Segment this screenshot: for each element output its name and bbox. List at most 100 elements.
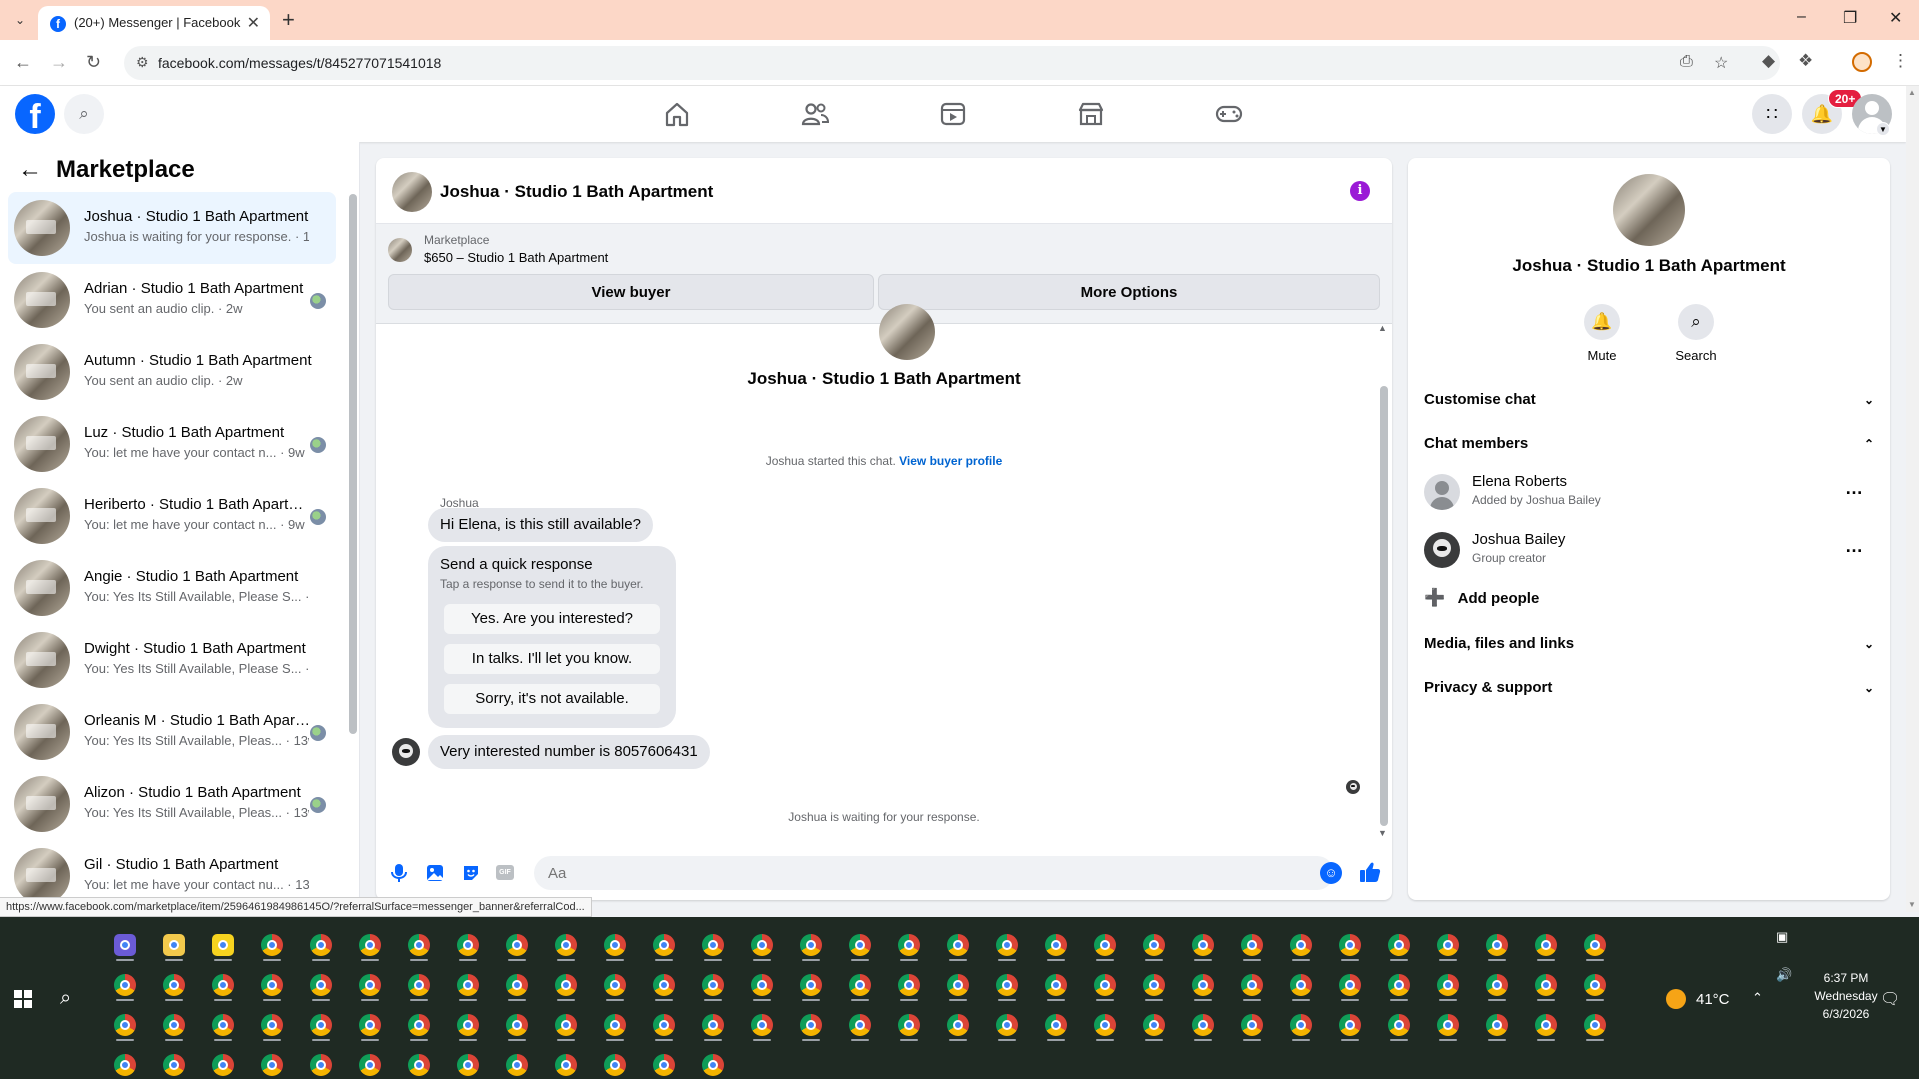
conversation-item[interactable]: Dwight · Studio 1 Bath Apartment You: Ye… <box>8 624 336 696</box>
buyer-avatar[interactable] <box>392 738 420 766</box>
conversation-item[interactable]: Adrian · Studio 1 Bath Apartment You sen… <box>8 264 336 336</box>
close-window-icon[interactable]: ✕ <box>1889 8 1902 28</box>
emoji-icon[interactable]: ☺ <box>1320 862 1342 884</box>
scroll-down-icon[interactable]: ▼ <box>1908 900 1916 909</box>
taskbar-app-icon[interactable] <box>1476 967 1516 1003</box>
quick-reply-button[interactable]: In talks. I'll let you know. <box>444 644 660 674</box>
taskbar-app-icon[interactable] <box>1427 1007 1467 1043</box>
quick-reply-button[interactable]: Yes. Are you interested? <box>444 604 660 634</box>
taskbar-app-icon[interactable] <box>692 967 732 1003</box>
taskbar-app-icon[interactable] <box>300 1047 340 1079</box>
taskbar-app-icon[interactable] <box>986 967 1026 1003</box>
bell-icon[interactable]: 🔔 <box>1584 304 1620 340</box>
conversation-item[interactable]: Heriberto · Studio 1 Bath Apartment You:… <box>8 480 336 552</box>
photo-icon[interactable] <box>424 862 446 884</box>
taskbar-app-icon[interactable] <box>202 1007 242 1043</box>
site-settings-icon[interactable]: ⚙ <box>136 54 149 71</box>
taskbar-search-icon[interactable]: ⌕ <box>60 987 84 1011</box>
taskbar-app-icon[interactable] <box>643 927 683 963</box>
taskbar-app-icon[interactable] <box>790 967 830 1003</box>
sticker-icon[interactable] <box>460 862 482 884</box>
member-row[interactable]: Joshua Bailey Group creator … <box>1424 528 1874 572</box>
taskbar-app-icon[interactable] <box>496 1007 536 1043</box>
taskbar-app-icon[interactable] <box>1084 1007 1124 1043</box>
taskbar-app-icon[interactable] <box>643 1047 683 1079</box>
taskbar-app-icon[interactable] <box>1574 927 1614 963</box>
taskbar-app-icon[interactable] <box>300 927 340 963</box>
taskbar-app-icon[interactable] <box>545 927 585 963</box>
home-icon[interactable] <box>662 100 692 128</box>
listing-price-title[interactable]: $650 – Studio 1 Bath Apartment <box>424 250 608 265</box>
taskbar-app-icon[interactable] <box>839 967 879 1003</box>
info-icon[interactable]: i <box>1350 181 1370 201</box>
taskbar-app-icon[interactable] <box>1280 967 1320 1003</box>
taskbar-app-icon[interactable] <box>153 967 193 1003</box>
message-bubble[interactable]: Very interested number is 8057606431 <box>428 735 710 769</box>
message-input[interactable] <box>534 856 1334 890</box>
conversation-item[interactable]: Autumn · Studio 1 Bath Apartment You sen… <box>8 336 336 408</box>
taskbar-app-icon[interactable] <box>741 927 781 963</box>
taskbar-app-icon[interactable] <box>496 1047 536 1079</box>
taskbar-app-icon[interactable] <box>251 967 291 1003</box>
taskbar-app-icon[interactable] <box>1035 1007 1075 1043</box>
message-bubble[interactable]: Hi Elena, is this still available? <box>428 508 653 542</box>
taskbar-app-icon[interactable] <box>1378 927 1418 963</box>
taskbar-app-icon[interactable] <box>398 1047 438 1079</box>
taskbar-app-icon[interactable] <box>790 927 830 963</box>
taskbar-app-icon[interactable] <box>1133 1007 1173 1043</box>
taskbar-app-icon[interactable] <box>1476 1007 1516 1043</box>
extension-icon[interactable]: ◆ <box>1762 51 1775 71</box>
extensions-puzzle-icon[interactable]: ❖ <box>1798 51 1813 71</box>
taskbar-app-icon[interactable] <box>1525 1007 1565 1043</box>
taskbar-app-icon[interactable] <box>888 927 928 963</box>
restore-icon[interactable]: ❐ <box>1843 8 1857 28</box>
menu-grid-icon[interactable]: ∷ <box>1752 94 1792 134</box>
notification-center-icon[interactable]: 🗨 <box>1880 989 1900 1009</box>
conversation-item[interactable]: Joshua · Studio 1 Bath Apartment Joshua … <box>8 192 336 264</box>
taskbar-app-icon[interactable] <box>888 967 928 1003</box>
taskbar-app-icon[interactable] <box>251 927 291 963</box>
browser-tab-active[interactable]: f (20+) Messenger | Facebook ✕ <box>38 6 270 40</box>
taskbar-app-icon[interactable] <box>937 927 977 963</box>
taskbar-app-icon[interactable] <box>1182 967 1222 1003</box>
taskbar-app-icon[interactable] <box>1574 1007 1614 1043</box>
taskbar-app-icon[interactable] <box>1084 967 1124 1003</box>
scroll-down-icon[interactable]: ▼ <box>1378 828 1387 838</box>
more-options-button[interactable]: More Options <box>878 274 1380 310</box>
taskbar-app-icon[interactable] <box>1574 967 1614 1003</box>
taskbar-app-icon[interactable] <box>104 967 144 1003</box>
taskbar-app-icon[interactable] <box>1231 927 1271 963</box>
taskbar-app-icon[interactable] <box>251 1047 291 1079</box>
taskbar-app-icon[interactable] <box>1182 927 1222 963</box>
taskbar-app-icon[interactable] <box>790 1007 830 1043</box>
taskbar-app-icon[interactable] <box>1427 927 1467 963</box>
taskbar-app-icon[interactable] <box>496 967 536 1003</box>
taskbar-app-icon[interactable] <box>349 1047 389 1079</box>
taskbar-app-icon[interactable] <box>398 927 438 963</box>
taskbar-app-icon[interactable] <box>692 1047 732 1079</box>
network-icon[interactable]: ▣ <box>1776 929 1788 945</box>
chat-members-section[interactable]: Chat members ⌃ <box>1424 432 1874 456</box>
taskbar-app-icon[interactable] <box>888 1007 928 1043</box>
taskbar-app-icon[interactable] <box>1035 927 1075 963</box>
address-bar[interactable]: ⚙ facebook.com/messages/t/84527707154101… <box>124 46 1780 80</box>
friends-icon[interactable] <box>800 100 830 128</box>
taskbar-app-icon[interactable] <box>692 1007 732 1043</box>
taskbar-app-icon[interactable] <box>594 967 634 1003</box>
search-action[interactable]: ⌕ Search <box>1666 304 1726 363</box>
taskbar-app-icon[interactable] <box>741 967 781 1003</box>
taskbar-app-icon[interactable] <box>1133 927 1173 963</box>
marketplace-icon[interactable] <box>1076 100 1106 128</box>
taskbar-app-icon[interactable] <box>104 927 144 963</box>
member-row[interactable]: Elena Roberts Added by Joshua Bailey … <box>1424 470 1874 514</box>
show-hidden-icons-chevron-icon[interactable]: ⌃ <box>1752 990 1763 1006</box>
facebook-logo-icon[interactable]: f <box>15 94 55 136</box>
taskbar-app-icon[interactable] <box>300 1007 340 1043</box>
taskbar-app-icon[interactable] <box>153 927 193 963</box>
more-options-icon[interactable]: … <box>1845 536 1864 557</box>
taskbar-app-icon[interactable] <box>496 927 536 963</box>
back-icon[interactable]: ← <box>14 52 32 73</box>
more-options-icon[interactable]: … <box>1845 478 1864 499</box>
conversation-item[interactable]: Angie · Studio 1 Bath Apartment You: Yes… <box>8 552 336 624</box>
windows-start-icon[interactable] <box>14 990 32 1008</box>
